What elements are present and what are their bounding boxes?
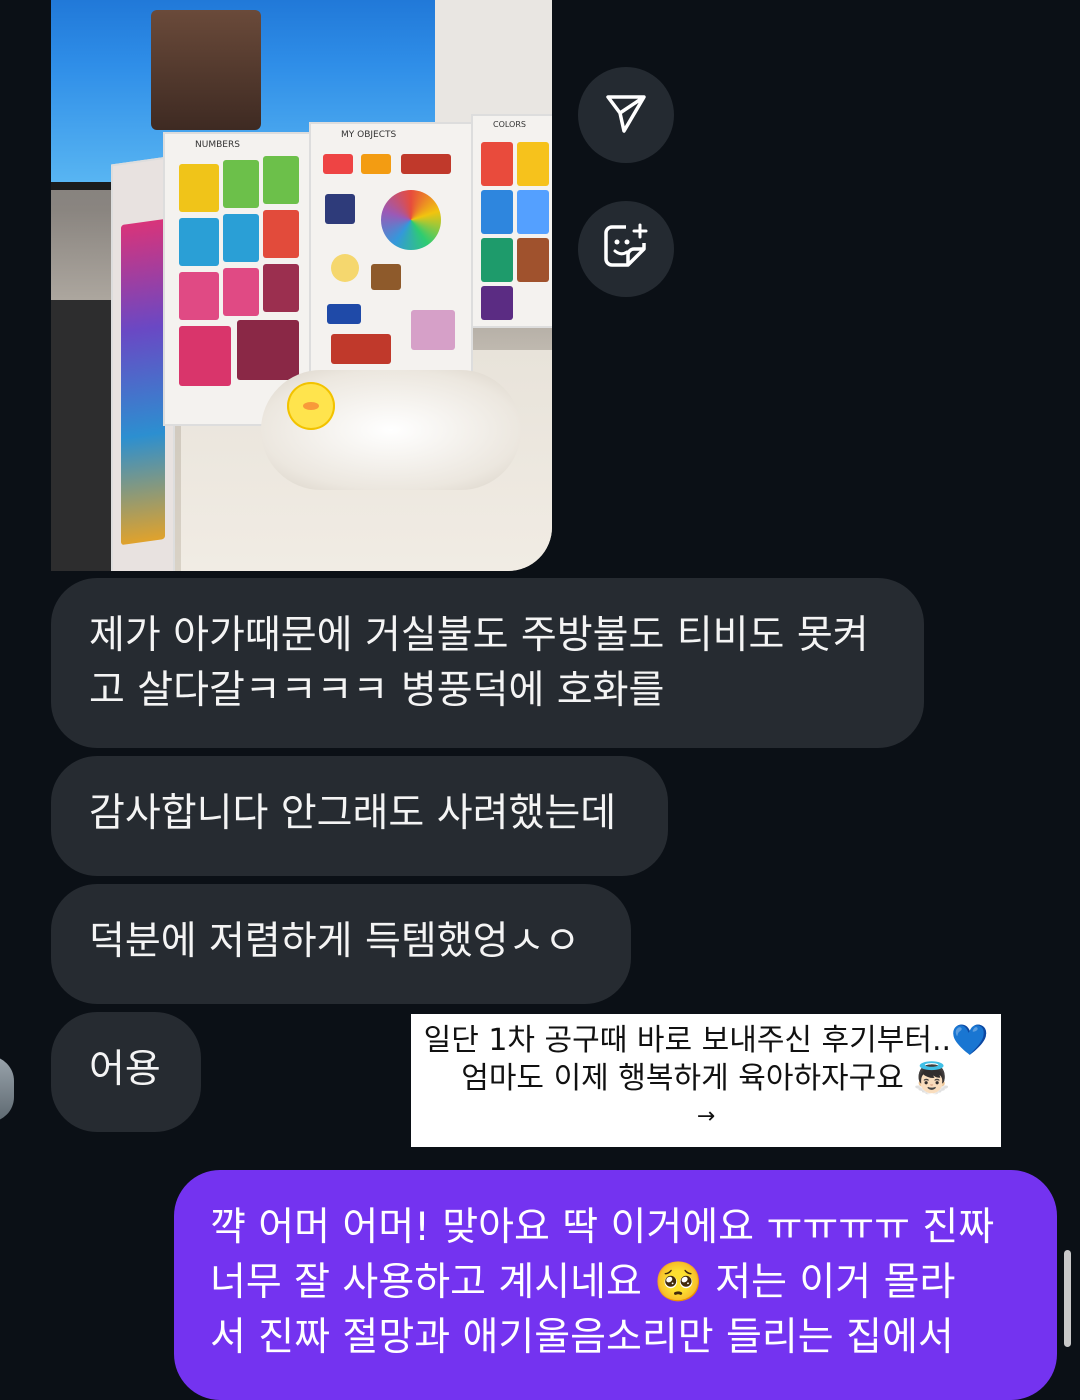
message-text: 어용 [89,1047,161,1092]
sent-message-bubble[interactable]: 꺅 어머 어머! 맞아요 딱 이거에요 ㅠㅠㅠㅠ 진짜 너무 잘 사용하고 계시… [174,1170,1057,1400]
message-bubble[interactable]: 어용 [51,1012,201,1132]
avatar[interactable] [0,1056,14,1122]
poster-panel-colors: COLORS [471,114,552,328]
angel-emoji: 👼🏻 [913,1061,951,1096]
message-text: 너무 잘 사용하고 계시네요 [210,1260,642,1305]
story-card-text: 엄마도 이제 행복하게 육아하자구요 [461,1061,904,1096]
blue-heart-emoji: 💙 [951,1023,989,1058]
scrollbar[interactable] [1064,1250,1071,1347]
sticker-icon [600,221,652,277]
story-card-text: 일단 1차 공구때 바로 보내주신 후기부터.. [423,1023,952,1058]
message-text: 서 진짜 절망과 애기울음소리만 들리는 집에서 [210,1315,954,1360]
message-text: 덕분에 저렴하게 득템했엉ㅅㅇ [89,919,581,964]
paper-plane-icon [602,89,650,141]
story-reply-card[interactable]: 일단 1차 공구때 바로 보내주신 후기부터..💙 엄마도 이제 행복하게 육아… [411,1014,1001,1147]
message-bubble[interactable]: 제가 아가때문에 거실불도 주방불도 티비도 못켜 고 살다갈ㅋㅋㅋㅋ 병풍덕에… [51,578,924,748]
message-text: 저는 이거 몰라 [715,1260,956,1305]
story-card-arrow: → [696,1104,716,1129]
poster-label-numbers: NUMBERS [195,140,240,150]
message-text: 꺅 어머 어머! 맞아요 딱 이거에요 ㅠㅠㅠㅠ 진짜 [210,1205,995,1250]
message-bubble[interactable]: 덕분에 저렴하게 득템했엉ㅅㅇ [51,884,631,1004]
message-bubble[interactable]: 감사합니다 안그래도 사려했는데 [51,756,668,876]
photo-message[interactable]: NUMBERS MY OBJECTS COLORS [51,0,552,571]
message-text: 제가 아가때문에 거실불도 주방불도 티비도 못켜 [89,613,869,658]
message-text: 감사합니다 안그래도 사려했는데 [89,791,617,836]
message-text: 고 살다갈ㅋㅋㅋㅋ 병풍덕에 호화를 [89,668,665,713]
pleading-face-emoji: 🥺 [654,1260,703,1305]
poster-label-colors: COLORS [493,120,526,129]
poster-label-objects: MY OBJECTS [341,130,397,140]
share-button[interactable] [578,67,674,163]
sticker-button[interactable] [578,201,674,297]
duck-sticker [287,382,335,430]
poster-panel-objects: MY OBJECTS [309,122,473,386]
